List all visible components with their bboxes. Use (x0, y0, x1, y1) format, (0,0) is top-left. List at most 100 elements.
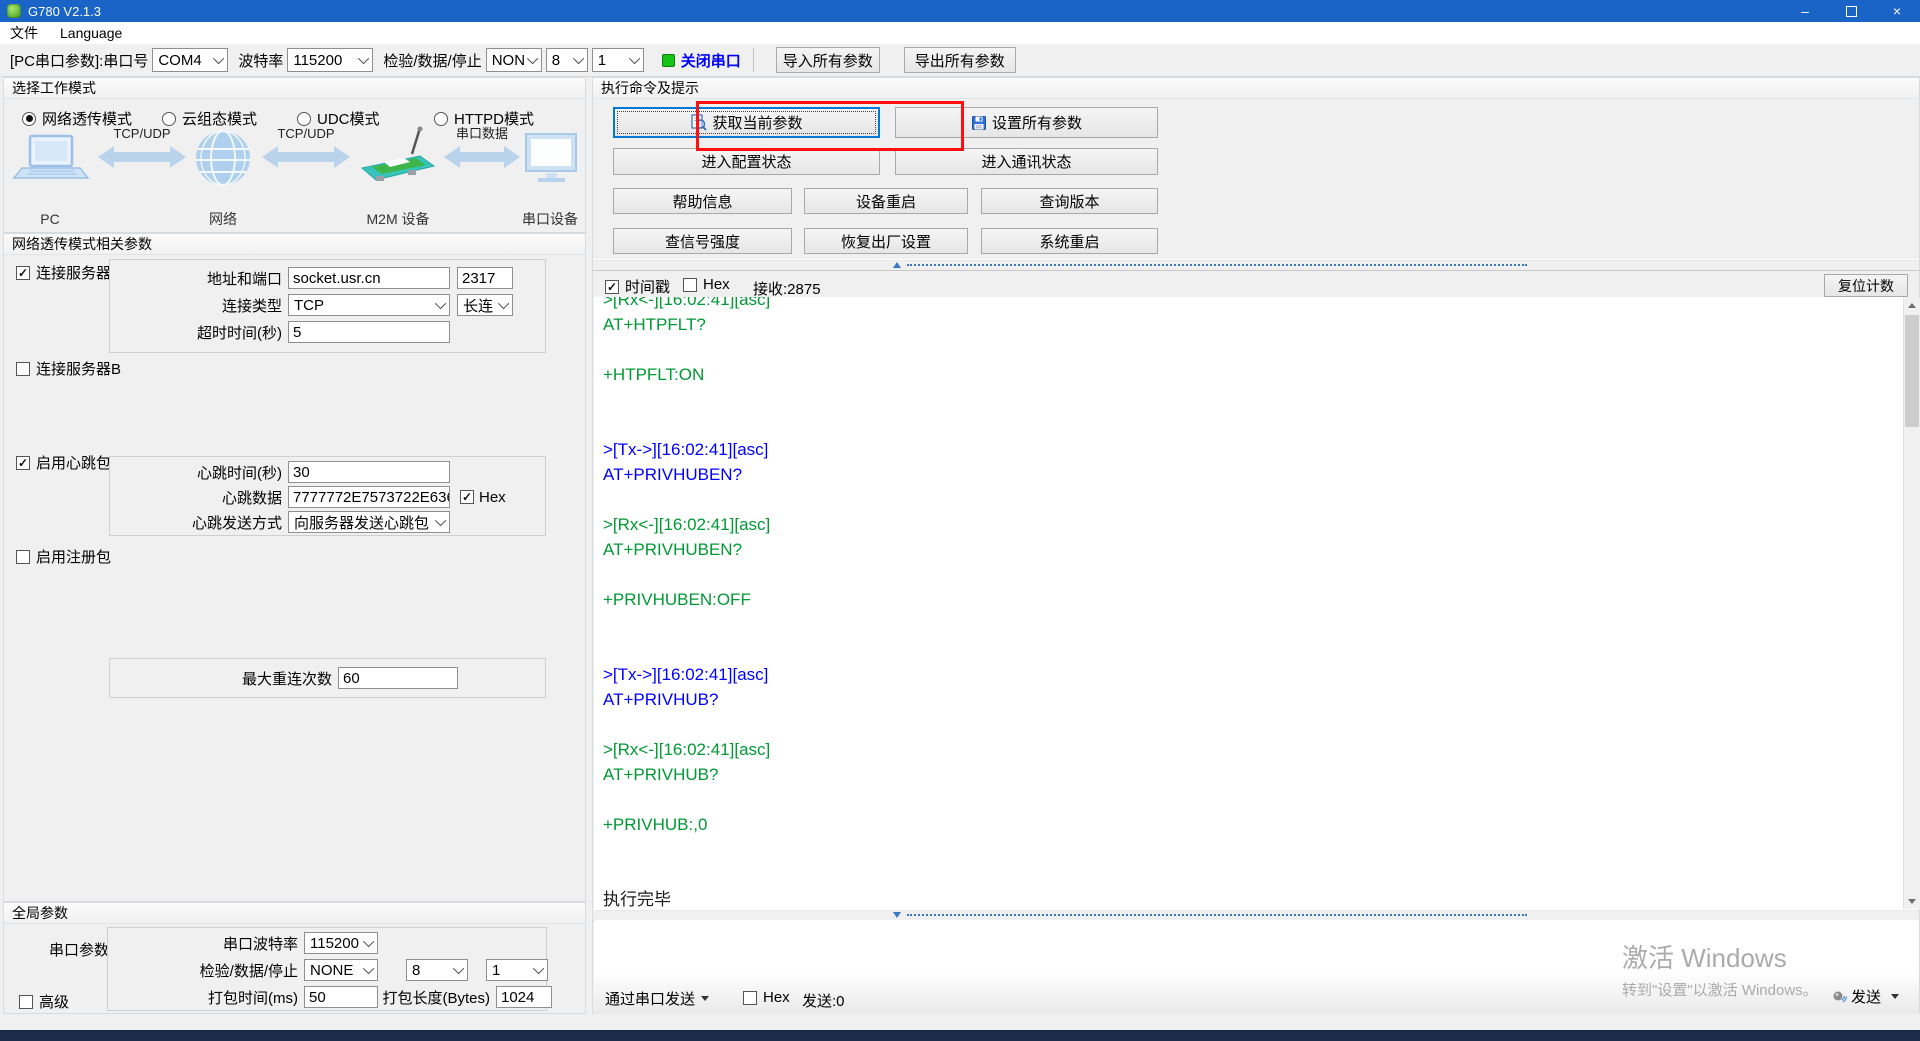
device-reboot-button[interactable]: 设备重启 (804, 188, 968, 214)
query-signal-button[interactable]: 查信号强度 (613, 228, 792, 254)
factory-reset-button[interactable]: 恢复出厂设置 (804, 228, 968, 254)
g-databits-select[interactable]: 8 (406, 959, 468, 981)
radio-icon (297, 111, 311, 126)
g-stopbits-select[interactable]: 1 (486, 959, 548, 981)
menu-language[interactable]: Language (60, 25, 122, 41)
radio-icon (162, 111, 176, 126)
set-params-button[interactable]: 设置所有参数 (895, 107, 1158, 138)
reset-count-button[interactable]: 复位计数 (1824, 274, 1908, 297)
parity-select[interactable]: NONI (485, 48, 542, 72)
checkbox-icon (683, 277, 697, 292)
scroll-up-button[interactable] (1904, 297, 1920, 313)
window-title: G780 V2.1.3 (28, 3, 101, 19)
conn-type-select[interactable]: TCP (288, 294, 450, 316)
command-panel-header: 执行命令及提示 (593, 78, 1919, 99)
timeout-input[interactable]: 5 (288, 321, 450, 343)
global-params-header: 全局参数 (4, 903, 585, 924)
g-baud-select[interactable]: 115200 (304, 932, 378, 954)
com-port-select[interactable]: COM4 (152, 48, 229, 72)
chevron-down-icon (434, 297, 447, 310)
serial-device-monitor-icon (525, 133, 577, 182)
serial-params-box: 串口波特率 115200 检验/数据/停止 NONE 8 1 打包时间(ms) … (107, 927, 552, 1011)
scrollbar-thumb[interactable] (1905, 315, 1919, 427)
addr-label: 地址和端口 (206, 270, 282, 288)
menu-file[interactable]: 文件 (10, 23, 38, 43)
databits-select[interactable]: 8 (545, 48, 588, 72)
command-panel: 执行命令及提示 获取当前参数 设置所有参数 进入配置状态 进入通讯状态 帮助信息… (592, 77, 1920, 1014)
baud-select[interactable]: 115200 (287, 48, 374, 72)
advanced-checkbox[interactable]: 高级 (19, 991, 69, 1012)
import-all-button[interactable]: 导入所有参数 (775, 47, 880, 73)
minimize-button[interactable]: – (1782, 0, 1828, 22)
enter-comm-button[interactable]: 进入通讯状态 (895, 148, 1158, 175)
g-parity-select[interactable]: NONE (304, 959, 378, 981)
menubar: 文件 Language (0, 22, 1920, 44)
log-hex-checkbox[interactable]: Hex (683, 276, 730, 293)
arrow-icon (98, 146, 186, 168)
heartbeat-hex-checkbox[interactable] (460, 490, 474, 504)
log-line: >[Tx->][16:02:41][asc] (603, 665, 769, 684)
server-a-checkbox[interactable]: 连接服务器A (16, 262, 121, 283)
server-a-box: 地址和端口 socket.usr.cn 2317 连接类型 TCP 长连 超时时… (109, 259, 546, 353)
checkbox-icon (16, 361, 30, 376)
pack-len-input[interactable]: 1024 (496, 986, 552, 1008)
reconnect-input[interactable]: 60 (338, 667, 458, 689)
collapse-down-icon (893, 912, 901, 918)
query-version-button[interactable]: 查询版本 (981, 188, 1158, 214)
stopbits-select[interactable]: 1 (591, 48, 644, 72)
close-serial-button[interactable]: 关闭串口 (681, 50, 741, 71)
chevron-down-icon (532, 962, 545, 975)
collapse-up-icon (893, 262, 901, 268)
pack-time-input[interactable]: 50 (304, 986, 378, 1008)
speaker-icon (1833, 991, 1847, 1003)
net-params-header: 网络透传模式相关参数 (4, 234, 585, 255)
g-baud-label: 串口波特率 (222, 935, 298, 953)
conn-mode-select[interactable]: 长连 (457, 294, 513, 316)
system-reboot-button[interactable]: 系统重启 (981, 228, 1158, 254)
g-parity-label: 检验/数据/停止 (199, 962, 298, 980)
get-params-button[interactable]: 获取当前参数 (613, 107, 880, 138)
heartbeat-mode-select[interactable]: 向服务器发送心跳包 (288, 511, 450, 533)
pack-len-label: 打包长度(Bytes) (382, 989, 490, 1007)
heartbeat-time-input[interactable]: 30 (288, 461, 450, 483)
register-checkbox[interactable]: 启用注册包 (16, 546, 111, 567)
help-info-button[interactable]: 帮助信息 (613, 188, 792, 214)
chevron-down-icon (572, 52, 584, 65)
parity-label: 检验/数据/停止 (383, 52, 482, 70)
svg-text:串口设备: 串口设备 (522, 211, 578, 227)
via-serial-dropdown[interactable]: 通过串口发送 (605, 988, 710, 1009)
log-line: AT+PRIVHUB? (603, 690, 719, 709)
server-port-input[interactable]: 2317 (457, 267, 513, 289)
heartbeat-data-input[interactable]: 7777772E7573722E636E (288, 486, 450, 508)
log-area[interactable]: >[Rx<-][16:02:41][asc] AT+HTPFLT? +HTPFLT… (594, 297, 1903, 909)
export-all-button[interactable]: 导出所有参数 (903, 47, 1016, 73)
work-mode-section: 选择工作模式 网络透传模式 云组态模式 UDC模式 HTTPD模式 TCP/UD… (3, 77, 586, 233)
checkbox-icon (16, 265, 30, 280)
enter-config-button[interactable]: 进入配置状态 (613, 148, 880, 175)
received-counter: 接收:2875 (753, 281, 821, 298)
top-splitter[interactable] (593, 259, 1919, 271)
heartbeat-checkbox[interactable]: 启用心跳包 (16, 452, 111, 473)
scroll-down-button[interactable] (1904, 893, 1920, 909)
taskbar-edge (0, 1030, 1920, 1041)
svg-text:TCP/UDP: TCP/UDP (277, 126, 334, 141)
checkbox-icon (605, 279, 619, 294)
radio-icon (22, 111, 36, 126)
app-icon (7, 4, 21, 18)
log-line: AT+HTPFLT? (603, 315, 706, 334)
toolbar-separator (752, 48, 754, 72)
close-button[interactable]: × (1874, 0, 1920, 22)
send-button[interactable]: 发送 (1832, 986, 1900, 1007)
chevron-down-icon (452, 962, 465, 975)
server-addr-input[interactable]: socket.usr.cn (288, 267, 450, 289)
log-line: +PRIVHUBEN:OFF (603, 590, 751, 609)
chevron-down-icon (628, 52, 640, 65)
send-hex-checkbox[interactable]: Hex (743, 989, 790, 1006)
maximize-button[interactable] (1828, 0, 1874, 22)
log-scrollbar[interactable] (1903, 297, 1920, 909)
server-b-checkbox[interactable]: 连接服务器B (16, 358, 121, 379)
timestamp-checkbox[interactable]: 时间戳 (605, 276, 670, 297)
